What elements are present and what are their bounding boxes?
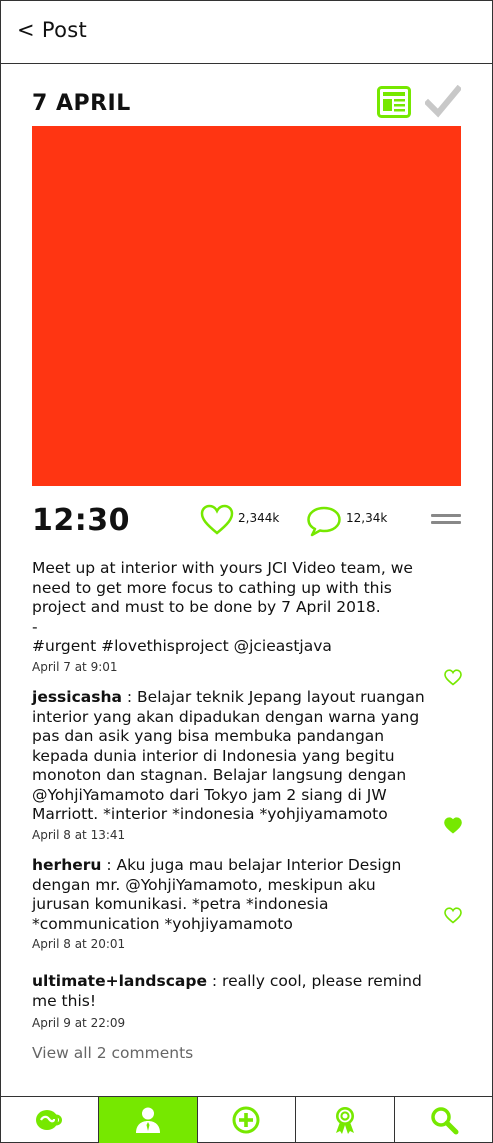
award-ribbon-icon xyxy=(336,1107,355,1134)
like-count: 2,344k xyxy=(238,511,280,525)
menu-line xyxy=(431,514,461,517)
comment-username[interactable]: ultimate+landscape xyxy=(32,972,207,990)
newspaper-icon[interactable] xyxy=(377,86,411,118)
comment-item: ultimate+landscape : really cool, please… xyxy=(32,972,432,1011)
tab-home[interactable] xyxy=(0,1097,99,1143)
speech-bubble-icon[interactable] xyxy=(306,505,342,537)
heart-icon[interactable] xyxy=(444,907,462,924)
comment-timestamp: April 9 at 22:09 xyxy=(32,1016,126,1030)
post-caption: Meet up at interior with yours JCI Video… xyxy=(32,559,432,657)
comment-count: 12,34k xyxy=(346,511,388,525)
tab-search[interactable] xyxy=(395,1097,493,1143)
tab-profile[interactable] xyxy=(98,1097,198,1143)
top-bar: < Post xyxy=(0,0,493,64)
heart-filled-icon[interactable] xyxy=(444,817,462,834)
search-icon xyxy=(431,1107,459,1135)
menu-icon[interactable] xyxy=(431,514,461,528)
post-time: 12:30 xyxy=(32,503,130,538)
comment-text: : Belajar teknik Jepang layout ruangan i… xyxy=(32,688,425,823)
coffee-cup-icon xyxy=(35,1110,62,1130)
post-date: 7 APRIL xyxy=(32,91,131,116)
back-button[interactable]: < Post xyxy=(17,18,87,42)
comment-username[interactable]: jessicasha xyxy=(32,688,122,706)
check-icon[interactable] xyxy=(425,85,461,119)
view-all-comments-link[interactable]: View all 2 comments xyxy=(32,1044,193,1062)
caption-dash: - xyxy=(32,617,38,636)
comment-item: jessicasha : Belajar teknik Jepang layou… xyxy=(32,688,432,825)
person-icon xyxy=(135,1107,160,1133)
heart-icon[interactable] xyxy=(444,669,462,686)
post-timestamp: April 7 at 9:01 xyxy=(32,660,118,674)
menu-line xyxy=(431,521,461,524)
add-circle-icon xyxy=(232,1106,260,1134)
tab-add[interactable] xyxy=(198,1097,297,1143)
bottom-tab-bar xyxy=(0,1096,493,1143)
caption-text: Meet up at interior with yours JCI Video… xyxy=(32,559,413,616)
comment-timestamp: April 8 at 20:01 xyxy=(32,937,126,951)
comment-username[interactable]: herheru xyxy=(32,856,101,874)
heart-icon[interactable] xyxy=(200,504,234,536)
post-image xyxy=(32,126,461,486)
caption-hashtags[interactable]: #urgent #lovethisproject @jcieastjava xyxy=(32,637,332,655)
comment-timestamp: April 8 at 13:41 xyxy=(32,828,126,842)
comment-item: herheru : Aku juga mau belajar Interior … xyxy=(32,856,432,934)
tab-awards[interactable] xyxy=(296,1097,396,1143)
